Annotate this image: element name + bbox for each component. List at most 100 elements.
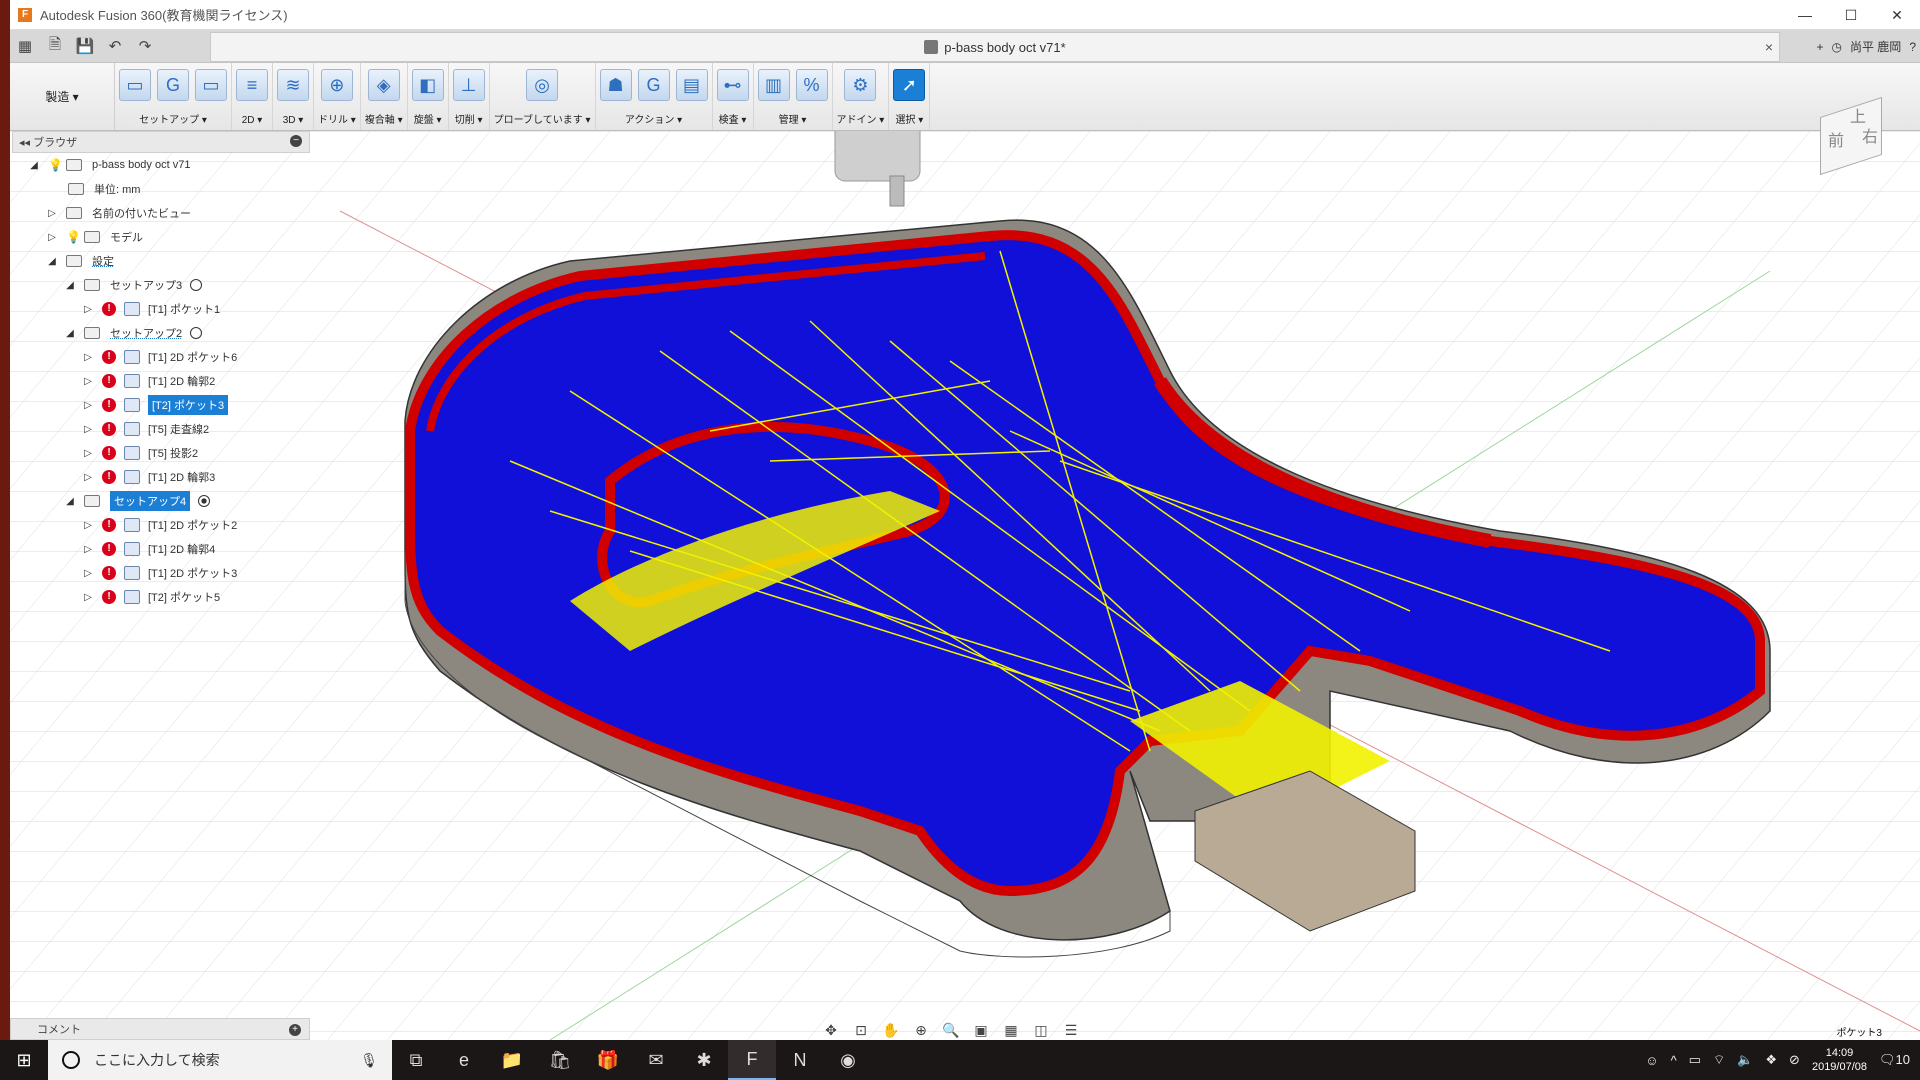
viewports-icon[interactable]: ◫ <box>1028 1020 1054 1040</box>
measure-icon[interactable]: ⊷ <box>716 69 749 101</box>
collapse-triangle-icon[interactable]: ◢ <box>46 256 58 267</box>
tree-op[interactable]: ▷ ! [T1] 2D ポケット2 <box>12 513 310 537</box>
panel-options-icon[interactable]: − <box>290 135 302 147</box>
minimize-icon[interactable]: — <box>1782 0 1828 30</box>
collapse-panel-icon[interactable]: ◂◂ <box>19 136 33 149</box>
expand-triangle-icon[interactable]: ▷ <box>82 592 94 603</box>
tree-op[interactable]: ▷ ! [T2] ポケット5 <box>12 585 310 609</box>
open-folder-icon[interactable]: ▭ <box>119 69 151 101</box>
cutting-icon[interactable]: ⊥ <box>452 69 485 101</box>
document-tab[interactable]: p-bass body oct v71* × <box>210 32 1780 62</box>
expand-triangle-icon[interactable]: ▷ <box>82 376 94 387</box>
expand-triangle-icon[interactable]: ▷ <box>82 304 94 315</box>
taskbar-clock[interactable]: 14:09 2019/07/08 <box>1812 1046 1867 1074</box>
ribbon-group-addins[interactable]: ⚙ アドイン ▾ <box>833 63 890 130</box>
ribbon-group-3d[interactable]: ≋ 3D ▾ <box>273 63 314 130</box>
microphone-icon[interactable]: 🎙 <box>360 1052 378 1069</box>
zoom-window-icon[interactable]: 🔍 <box>938 1020 964 1040</box>
ribbon-group-multiaxis[interactable]: ◈ 複合軸 ▾ <box>361 63 408 130</box>
tree-op[interactable]: ▷ ! [T1] 2D ポケット6 <box>12 345 310 369</box>
expand-triangle-icon[interactable]: ▷ <box>82 568 94 579</box>
expand-triangle-icon[interactable]: ▷ <box>82 400 94 411</box>
tab-close-icon[interactable]: × <box>1765 39 1773 55</box>
addins-icon[interactable]: ⚙ <box>844 69 877 101</box>
look-at-icon[interactable]: ⊡ <box>848 1020 874 1040</box>
tree-op[interactable]: ▷ ! [T5] 走査線2 <box>12 417 310 441</box>
tree-op[interactable]: ▷ ! [T1] 2D 輪郭4 <box>12 537 310 561</box>
new-tab-icon[interactable]: + <box>1816 40 1823 54</box>
ribbon-group-setup[interactable]: ▭ G ▭ セットアップ ▾ <box>115 63 232 130</box>
active-setup-radio[interactable] <box>190 279 203 291</box>
task-view-icon[interactable]: ⧉ <box>392 1040 440 1080</box>
battery-icon[interactable]: ▭ <box>1689 1052 1701 1068</box>
tree-op-pocket1[interactable]: ▷ ! [T1] ポケット1 <box>12 297 310 321</box>
tree-setups[interactable]: ◢ 設定 <box>12 249 310 273</box>
visibility-bulb-icon[interactable]: 💡 <box>66 230 81 244</box>
tree-model[interactable]: ▷ 💡 モデル <box>12 225 310 249</box>
chrome-icon[interactable]: ◉ <box>824 1040 872 1080</box>
g-code-icon[interactable]: G <box>157 69 189 101</box>
chevron-up-icon[interactable]: ^ <box>1671 1053 1677 1068</box>
active-setup-radio[interactable] <box>198 495 211 507</box>
people-icon[interactable]: ☺ <box>1645 1053 1658 1068</box>
orbit-icon[interactable]: ✥ <box>818 1020 844 1040</box>
save-icon[interactable]: 💾 <box>70 32 100 60</box>
tree-setup4[interactable]: ◢ セットアップ4 <box>12 489 310 513</box>
tree-op[interactable]: ▷ ! [T1] 2D ポケット3 <box>12 561 310 585</box>
taskbar-search[interactable]: ここに入力して検索 🎙 <box>48 1040 392 1080</box>
job-status-icon[interactable]: ◷ <box>1831 40 1841 54</box>
windows-start-icon[interactable]: ⊞ <box>0 1040 48 1080</box>
expand-triangle-icon[interactable]: ▷ <box>82 520 94 531</box>
drill-icon[interactable]: ⊕ <box>320 69 353 101</box>
collapse-triangle-icon[interactable]: ◢ <box>28 160 40 171</box>
pan-hand-icon[interactable]: ✋ <box>878 1020 904 1040</box>
3d-adaptive-icon[interactable]: ≋ <box>277 69 309 101</box>
expand-triangle-icon[interactable]: ▷ <box>82 544 94 555</box>
simulate-icon[interactable]: ☗ <box>599 69 632 101</box>
close-icon[interactable]: ✕ <box>1874 0 1920 30</box>
expand-triangle-icon[interactable]: ▷ <box>82 352 94 363</box>
tree-units[interactable]: 単位: mm <box>12 177 310 201</box>
volume-icon[interactable]: 🔈 <box>1737 1052 1753 1068</box>
tree-op[interactable]: ▷ ! [T5] 投影2 <box>12 441 310 465</box>
slack-icon[interactable]: ✱ <box>680 1040 728 1080</box>
store-icon[interactable]: 🛍 <box>536 1040 584 1080</box>
collapse-triangle-icon[interactable]: ◢ <box>64 328 76 339</box>
ribbon-group-select[interactable]: ➚ 選択 ▾ <box>889 63 931 130</box>
viewcube[interactable]: 前 右 上 <box>1800 85 1910 185</box>
zoom-icon[interactable]: ⊕ <box>908 1020 934 1040</box>
post-process-icon[interactable]: G <box>637 69 670 101</box>
maximize-icon[interactable]: ☐ <box>1828 0 1874 30</box>
collapse-triangle-icon[interactable]: ◢ <box>64 280 76 291</box>
mail-icon[interactable]: ✉ <box>632 1040 680 1080</box>
ribbon-group-actions[interactable]: ☗ G ▤ アクション ▾ <box>596 63 713 130</box>
expand-triangle-icon[interactable]: ▷ <box>82 472 94 483</box>
file-menu-icon[interactable]: 🗎 <box>40 32 70 60</box>
percent-icon[interactable]: % <box>795 69 828 101</box>
tree-setup2[interactable]: ◢ セットアップ2 <box>12 321 310 345</box>
setup-sheet-icon[interactable]: ▤ <box>675 69 708 101</box>
expand-triangle-icon[interactable]: ▷ <box>46 208 58 219</box>
file-explorer-icon[interactable]: 📁 <box>488 1040 536 1080</box>
layers-icon[interactable]: ☰ <box>1058 1020 1084 1040</box>
2d-pocket-icon[interactable]: ≡ <box>236 69 268 101</box>
tree-op[interactable]: ▷ ! [T1] 2D 輪郭3 <box>12 465 310 489</box>
ribbon-group-turning[interactable]: ◧ 旋盤 ▾ <box>408 63 449 130</box>
folder-icon[interactable]: ▭ <box>195 69 227 101</box>
tree-root[interactable]: ◢ 💡 p-bass body oct v71 <box>12 153 310 177</box>
visibility-bulb-icon[interactable]: 💡 <box>48 158 63 172</box>
undo-icon[interactable]: ↶ <box>100 32 130 60</box>
dropbox-icon[interactable]: ❖ <box>1765 1052 1777 1068</box>
app-n-icon[interactable]: N <box>776 1040 824 1080</box>
ribbon-group-cutting[interactable]: ⊥ 切削 ▾ <box>449 63 490 130</box>
wifi-icon[interactable]: ⌔ <box>1713 1052 1725 1068</box>
tool-library-icon[interactable]: ▥ <box>757 69 790 101</box>
workspace-switcher[interactable]: 製造 ▾ <box>10 63 115 130</box>
help-icon[interactable]: ? <box>1909 40 1916 54</box>
notifications-icon[interactable]: 🗨10 <box>1879 1052 1910 1068</box>
ribbon-group-probing[interactable]: ◎ プローブしています ▾ <box>490 63 596 130</box>
ribbon-group-2d[interactable]: ≡ 2D ▾ <box>232 63 273 130</box>
select-cursor-icon[interactable]: ➚ <box>893 69 926 101</box>
active-setup-radio[interactable] <box>190 327 203 339</box>
tree-named-views[interactable]: ▷ 名前の付いたビュー <box>12 201 310 225</box>
